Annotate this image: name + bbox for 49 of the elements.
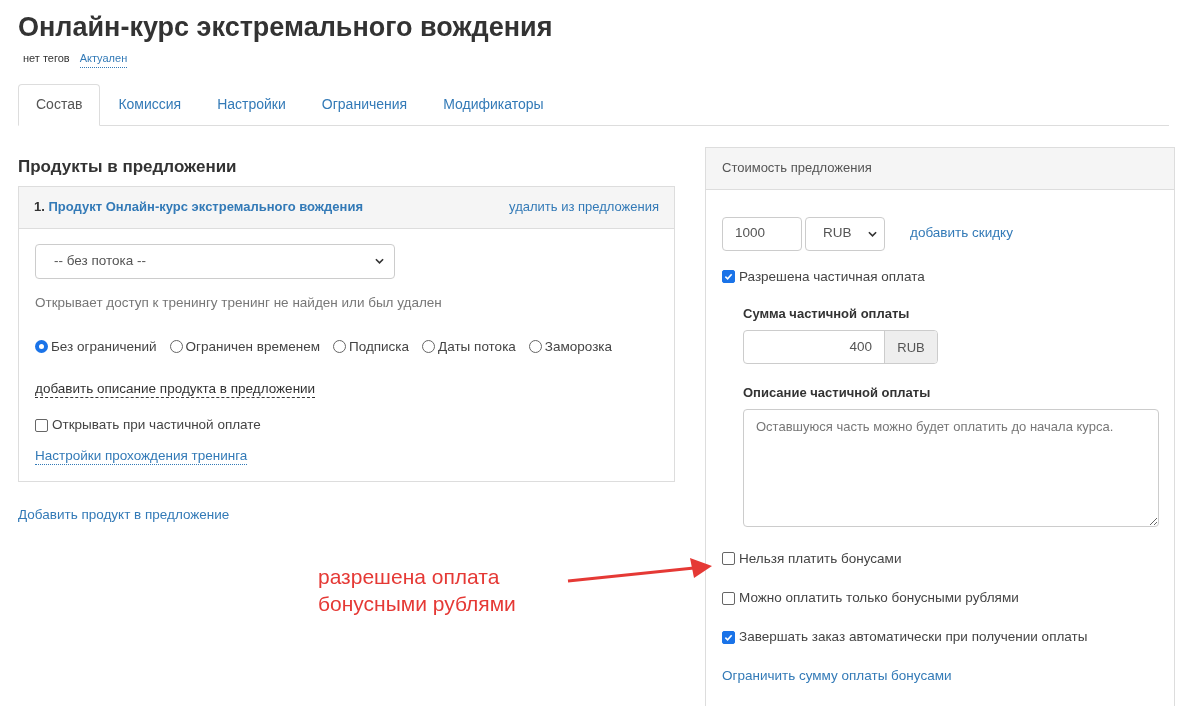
section-heading: Продукты в предложении [18,156,238,177]
radio-button[interactable] [169,340,183,354]
radio-label: Без ограничений [51,337,157,356]
radio-button[interactable] [528,340,542,354]
chevron-down-icon [375,258,384,264]
tab[interactable]: Ограничения [303,83,426,126]
tags-label: нет тегов [23,51,70,66]
partial-sum-field[interactable]: 400 RUB [743,330,938,365]
access-note: Открывает доступ к тренингу тренинг не найден или был удален [35,293,443,312]
radio-label: Даты потока [438,337,516,356]
training-settings-link[interactable]: Настройки прохождения тренинга [35,448,248,466]
add-discount-link[interactable]: добавить скидку [910,223,1013,244]
annotation-text: разрешена оплата бонусными рублями [318,564,517,617]
radio-label: Заморозка [544,337,613,356]
add-description-link[interactable]: добавить описание продукта в предложении [35,381,316,398]
checkbox-label: Открывать при частичной оплате [52,416,261,434]
radio-button[interactable] [35,340,48,354]
add-product-link[interactable]: Добавить продукт в предложение [18,505,230,526]
field-label: Сумма частичной оплаты [743,304,911,323]
tab[interactable]: Комиссия [100,83,200,126]
price-input[interactable]: 1000 [722,216,802,251]
panel-title: Стоимость предложения [722,159,872,178]
partial-description-field[interactable]: Оставшуюся часть можно будет оплатить до начала курса. [743,408,1159,527]
currency-addon: RUB [884,331,937,364]
chevron-down-icon [868,230,877,237]
field-label: Описание частичной оплаты [743,384,932,403]
checkbox-label: Разрешена частичная оплата [739,267,925,286]
tab[interactable]: Модификаторы [425,83,562,126]
radio-label: Ограничен временем [185,337,320,356]
tab[interactable]: Настройки [199,83,304,126]
status-link[interactable]: Актуален [79,50,128,68]
stream-select[interactable]: -- без потока -- [35,243,395,279]
currency-select[interactable]: RUB [805,216,885,251]
radio-button[interactable] [332,340,346,354]
product-title: 1. Продукт Онлайн-курс экстремального вождения [34,198,363,217]
limit-bonus-link[interactable]: Ограничить сумму оплаты бонусами [722,665,952,686]
radio-label: Подписка [348,337,410,356]
tab[interactable]: Состав [18,83,101,126]
remove-link[interactable]: удалить из предложения [509,197,659,217]
checkbox[interactable] [722,270,735,284]
checkbox[interactable] [35,418,48,432]
radio-button[interactable] [422,340,436,354]
checkbox-label: Можно оплатить только бонусными рублями [739,589,1019,607]
checkbox-label: Нельзя платить бонусами [739,549,902,568]
checkbox[interactable] [722,630,735,644]
checkbox[interactable] [722,591,735,605]
page-title: Онлайн-курс экстремального вождения [18,11,554,44]
checkbox[interactable] [722,552,735,566]
checkbox-label: Завершать заказ автоматически при получении оплаты [739,628,1088,647]
